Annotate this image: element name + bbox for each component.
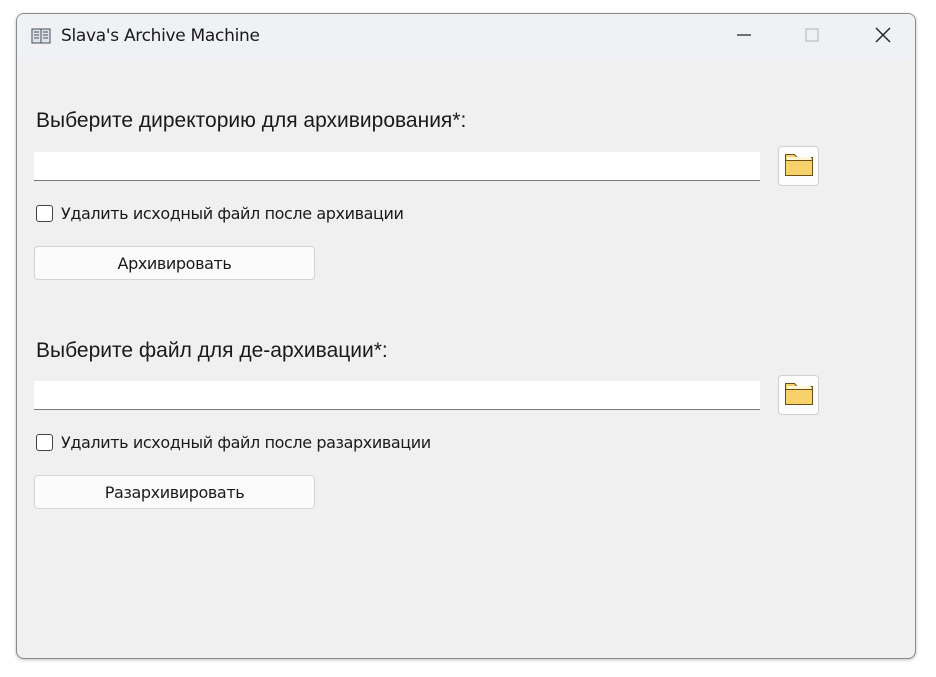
archive-button[interactable]: Архивировать xyxy=(34,246,315,280)
archive-directory-input[interactable] xyxy=(34,152,760,181)
app-window: Slava's Archive Machine Выберите директо… xyxy=(16,13,916,659)
archive-app-icon xyxy=(31,28,51,44)
archive-delete-option[interactable]: Удалить исходный файл после архивации xyxy=(36,204,404,223)
maximize-button[interactable] xyxy=(789,14,835,60)
close-icon xyxy=(874,26,892,49)
archive-directory-label: Выберите директорию для архивирования*: xyxy=(36,109,467,132)
archive-delete-label: Удалить исходный файл после архивации xyxy=(61,204,404,223)
maximize-icon xyxy=(804,27,820,48)
minimize-button[interactable] xyxy=(721,14,767,60)
folder-icon xyxy=(784,151,814,182)
title-bar[interactable]: Slava's Archive Machine xyxy=(17,14,915,60)
archive-delete-checkbox[interactable] xyxy=(36,205,53,222)
minimize-icon xyxy=(736,27,752,48)
close-button[interactable] xyxy=(860,14,906,60)
window-title: Slava's Archive Machine xyxy=(61,26,260,46)
unarchive-file-input[interactable] xyxy=(34,381,760,410)
folder-icon xyxy=(784,380,814,411)
unarchive-delete-option[interactable]: Удалить исходный файл после разархивации xyxy=(36,433,431,452)
unarchive-delete-label: Удалить исходный файл после разархивации xyxy=(61,433,431,452)
unarchive-delete-checkbox[interactable] xyxy=(36,434,53,451)
unarchive-browse-button[interactable] xyxy=(778,375,819,415)
archive-browse-button[interactable] xyxy=(778,146,819,186)
unarchive-button[interactable]: Разархивировать xyxy=(34,475,315,509)
unarchive-file-label: Выберите файл для де-архивации*: xyxy=(36,339,388,362)
